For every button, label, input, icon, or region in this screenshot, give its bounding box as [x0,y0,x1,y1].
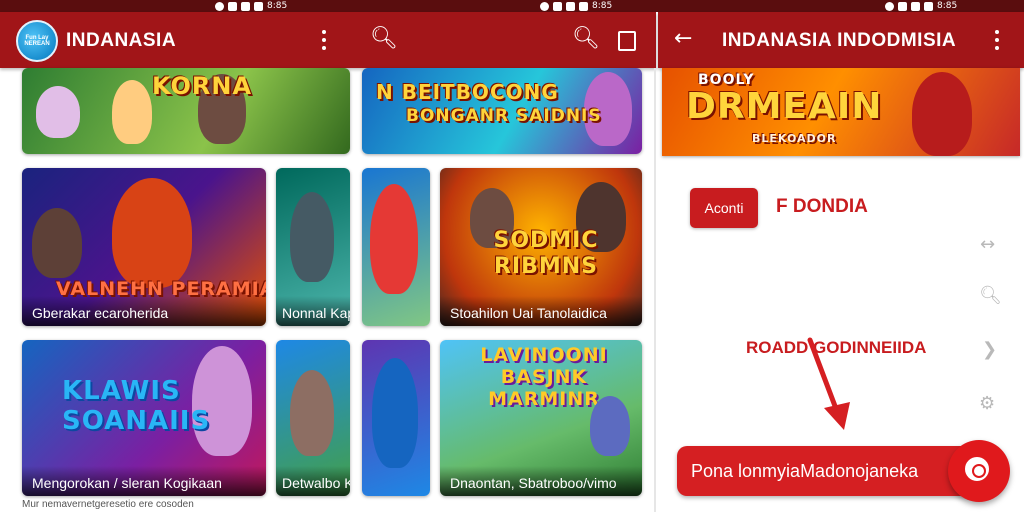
card-caption: Gberakar ecaroherida [22,296,266,326]
game-card[interactable]: KLAWIS SOANAIIS Mengorokan / sleran Kogi… [22,340,266,496]
logo-text: Fun Lay NEREAN [24,35,50,47]
settings-icon[interactable]: ⚙ [979,393,995,414]
wifi-icon [898,1,907,11]
more-options-icon[interactable] [995,30,999,54]
character-illustration [36,86,80,138]
search-icon[interactable]: 🔍︎ [979,285,1002,306]
card-title: SODMIC RIBMNS [493,228,599,279]
app-bar-right: ← INDANASIA INDODMISIA [658,12,1024,68]
card-title: KORNA [152,72,253,100]
search-icon[interactable]: 🔍︎ [572,28,600,50]
battery-icon [924,1,933,11]
app-title-right: INDANASIA INDODMISIA [722,30,957,51]
game-card[interactable]: VALNEHN PERAMIAN Gberakar ecaroherida [22,168,266,326]
swap-icon[interactable]: ↔ [980,234,995,255]
signal-icon [911,1,920,11]
battery-icon [579,1,588,11]
game-card[interactable]: Nonnal Kap Rugi [276,168,350,326]
app-bar-left: Fun Lay NEREAN INDANASIA 🔍︎ 🔍︎ [0,12,656,68]
character-illustration [112,80,152,144]
banner-subtitle: BLEKOADOR [752,132,837,145]
signal-icon [566,1,575,11]
game-card[interactable]: Detwalbo Kan Kao [276,340,350,496]
card-caption: Stoahilon Uai Tanolaidica [440,296,642,326]
character-illustration [912,72,972,156]
status-clock: 8:85 [267,1,288,11]
card-caption: Detwalbo Kan Kao [276,466,350,496]
card-caption: Nonnal Kap Rugi [276,296,350,326]
game-card[interactable]: SODMIC RIBMNS Stoahilon Uai Tanolaidica [440,168,642,326]
chevron-right-icon[interactable]: ❯ [982,339,997,360]
banner-subtitle: BONGANR SAIDNIS [406,106,602,126]
chat-fab-button[interactable] [948,440,1010,502]
back-arrow-icon[interactable]: ← [674,28,692,50]
panel-divider [654,68,656,512]
app-logo[interactable]: Fun Lay NEREAN [16,20,58,62]
card-caption: Mengorokan / sleran Kogikaan [22,466,266,496]
status-icons-middle: 8:85 [540,0,612,12]
location-icon [215,1,224,11]
filter-icon[interactable] [618,31,636,51]
character-illustration [112,178,192,288]
status-bar: 8:85 8:85 8:85 [0,0,1024,12]
search-icon[interactable]: 🔍︎ [370,28,398,50]
status-icons-right: 8:85 [885,0,957,12]
battery-icon [254,1,263,11]
game-card[interactable] [362,340,430,496]
location-icon [885,1,894,11]
pointer-arrow-icon [807,337,850,430]
status-clock: 8:85 [937,1,958,11]
location-icon [540,1,549,11]
signal-icon [241,1,250,11]
character-illustration [590,396,630,456]
wifi-icon [553,1,562,11]
section-heading: F DONDIA [776,196,868,217]
banner-title: N BEITBOCONG [376,80,559,104]
game-card-banner[interactable]: N BEITBOCONG BONGANR SAIDNIS [362,68,642,154]
card-title: KLAWIS SOANAIIS [62,376,211,436]
status-icons-left: 8:85 [215,0,287,12]
wifi-icon [228,1,237,11]
more-options-icon[interactable] [322,30,326,54]
game-card[interactable]: LAVINOONI BASJNK MARMINR Dnaontan, Sbatr… [440,340,642,496]
character-illustration [370,184,418,294]
app-title: INDANASIA [66,30,177,51]
promo-banner[interactable]: BOOLY DRMEAIN BLEKOADOR [662,68,1020,156]
game-card-banner[interactable]: KORNA [22,68,350,154]
card-caption: Dnaontan, Sbatroboo/vimo [440,466,642,496]
character-illustration [32,208,82,278]
footer-text: Mur nemavernetgeresetio ere cosoden [22,499,194,510]
status-clock: 8:85 [592,1,613,11]
chat-icon [965,457,989,481]
account-chip[interactable]: Aconti [690,188,758,228]
game-card[interactable] [362,168,430,326]
banner-title: DRMEAIN [686,86,883,127]
character-illustration [372,358,418,468]
character-illustration [290,370,334,456]
character-illustration [290,192,334,282]
cta-button[interactable]: Pona lonmyiaMadonojaneka [677,446,977,496]
